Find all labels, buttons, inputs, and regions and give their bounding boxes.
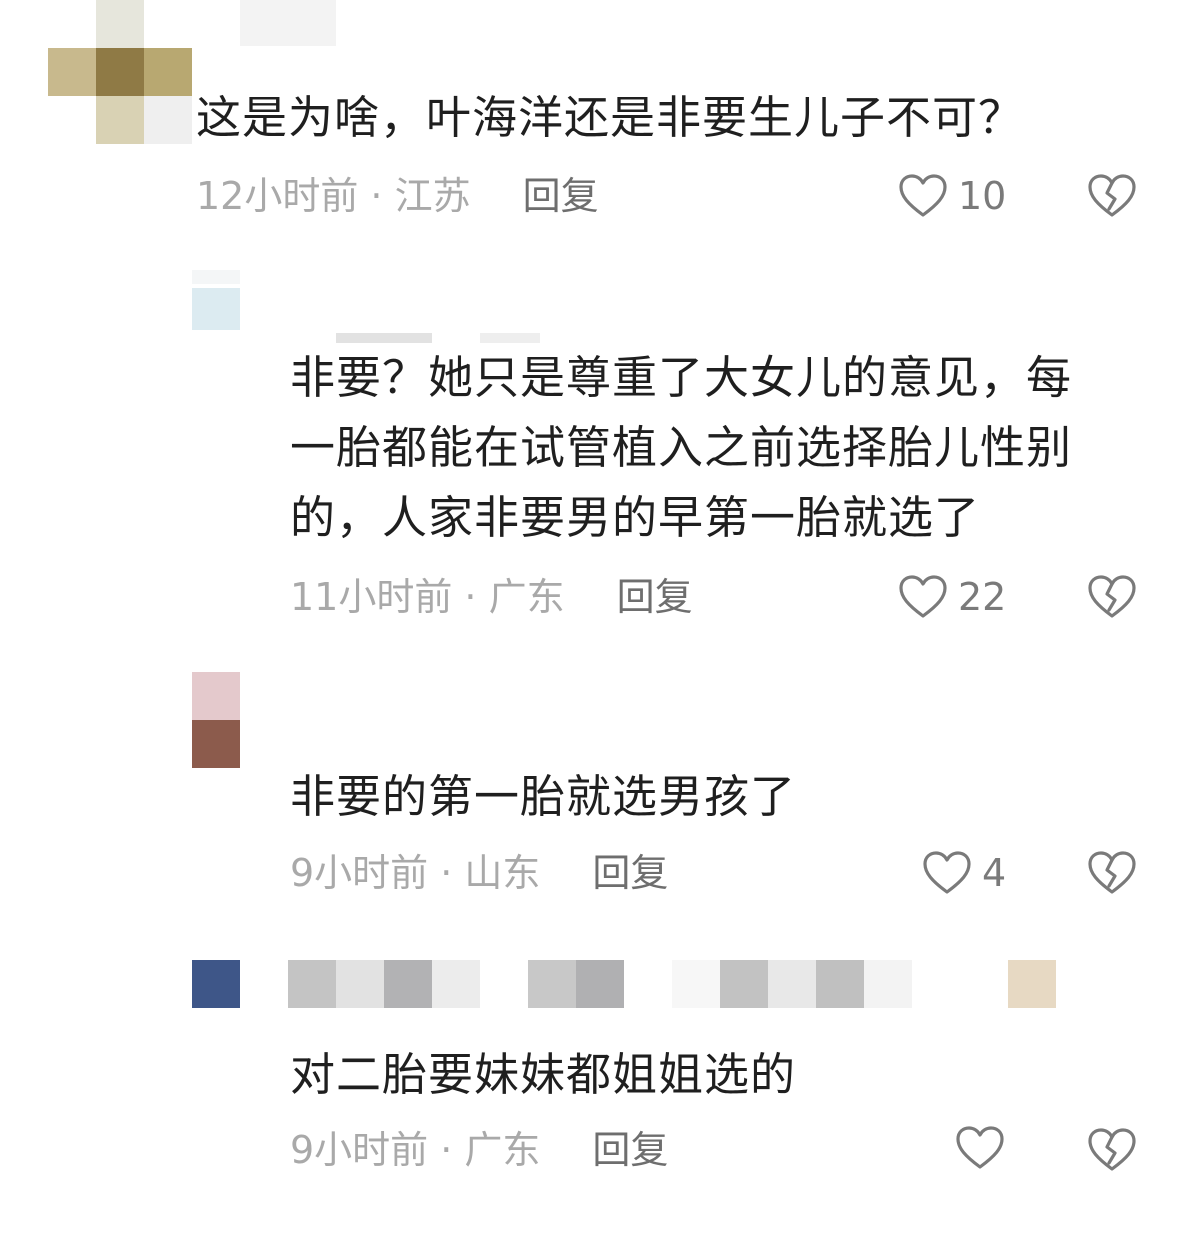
dislike-button[interactable]: [1087, 173, 1137, 219]
comment-text: 这是为啥，叶海洋还是非要生儿子不可？: [196, 83, 1024, 153]
time-location: 9小时前 · 山东: [290, 851, 541, 895]
comment-text: 非要？她只是尊重了大女儿的意见，每 一胎都能在试管植入之前选择胎儿性别 的，人家…: [290, 343, 1072, 553]
comment-line: 的，人家非要男的早第一胎就选了: [290, 491, 981, 544]
broken-heart-icon: [1087, 1127, 1137, 1173]
comment-line: 一胎都能在试管植入之前选择胎儿性别: [290, 421, 1073, 474]
comment-line: 非要？她只是尊重了大女儿的意见，每: [290, 351, 1073, 404]
heart-icon: [922, 850, 972, 896]
reply-button[interactable]: 回复: [592, 851, 668, 895]
like-count: 22: [958, 575, 1007, 619]
like-button[interactable]: [955, 1125, 1015, 1171]
avatar[interactable]: [192, 960, 240, 1008]
reply-button[interactable]: 回复: [523, 174, 599, 218]
heart-icon: [898, 574, 948, 620]
time-location: 11小时前 · 广东: [290, 575, 565, 619]
like-count: 4: [982, 851, 1007, 895]
comment-meta: 11小时前 · 广东 回复: [290, 572, 693, 622]
time-location: 12小时前 · 江苏: [196, 174, 471, 218]
comment-line: 非要的第一胎就选男孩了: [290, 770, 797, 823]
like-button[interactable]: 4: [922, 848, 1006, 898]
heart-icon: [898, 173, 948, 219]
broken-heart-icon: [1087, 574, 1137, 620]
comment-line: 对二胎要妹妹都姐姐选的: [290, 1048, 797, 1101]
time-location: 9小时前 · 广东: [290, 1128, 541, 1172]
comment-meta: 9小时前 · 山东 回复: [290, 848, 668, 898]
reply-button[interactable]: 回复: [592, 1128, 668, 1172]
dislike-button[interactable]: [1087, 574, 1137, 620]
dislike-button[interactable]: [1087, 1127, 1137, 1173]
broken-heart-icon: [1087, 850, 1137, 896]
avatar[interactable]: [192, 270, 242, 332]
comment-meta: 9小时前 · 广东 回复: [290, 1125, 668, 1175]
comment-meta: 12小时前 · 江苏 回复: [196, 171, 599, 221]
username-redacted: [336, 333, 432, 343]
avatar[interactable]: [48, 0, 196, 145]
comment-line: 这是为啥，叶海洋还是非要生儿子不可？: [196, 91, 1025, 144]
comment-text: 非要的第一胎就选男孩了: [290, 762, 796, 832]
comment-text: 对二胎要妹妹都姐姐选的: [290, 1040, 796, 1110]
avatar[interactable]: [192, 672, 240, 768]
broken-heart-icon: [1087, 173, 1137, 219]
dislike-button[interactable]: [1087, 850, 1137, 896]
username-redacted: [480, 333, 540, 343]
like-button[interactable]: 22: [898, 572, 1006, 622]
like-count: 10: [958, 174, 1007, 218]
username-redacted: [240, 0, 336, 46]
like-button[interactable]: 10: [898, 171, 1006, 221]
reply-button[interactable]: 回复: [617, 575, 693, 619]
heart-icon: [955, 1125, 1005, 1171]
